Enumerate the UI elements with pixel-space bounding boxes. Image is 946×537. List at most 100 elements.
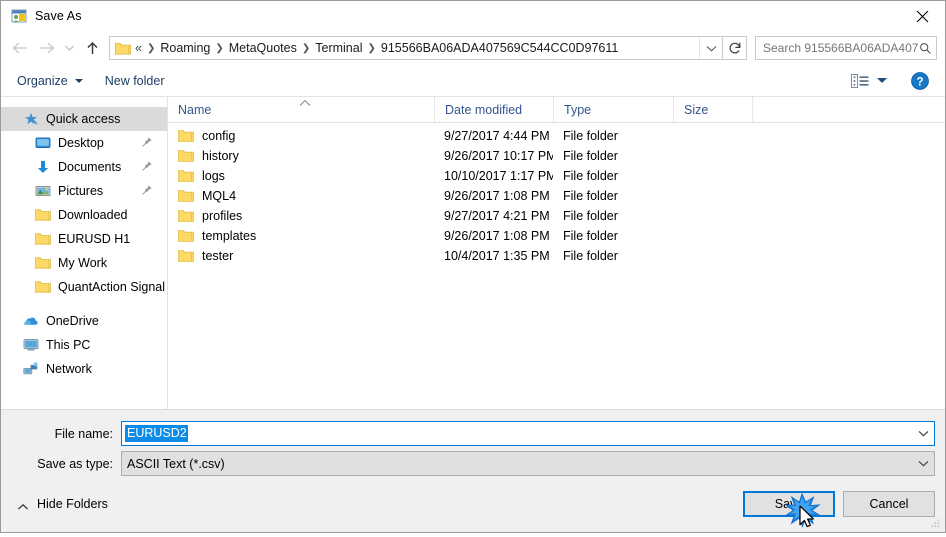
save-as-type-row: Save as type: ASCII Text (*.csv) xyxy=(1,451,945,476)
save-as-type-label: Save as type: xyxy=(37,456,113,471)
file-name-label: tester xyxy=(202,249,234,263)
file-date-cell: 9/26/2017 1:08 PM xyxy=(444,229,550,243)
file-name-label: config xyxy=(202,129,236,143)
sidebar-item-label: QuantAction Signal xyxy=(58,280,166,294)
folder-icon xyxy=(178,129,194,143)
file-name-dropdown-chevron-icon[interactable] xyxy=(912,430,934,437)
file-name-label: MQL4 xyxy=(202,189,237,203)
file-name-cell: profiles xyxy=(168,209,434,223)
organize-label: Organize xyxy=(17,73,68,88)
table-row[interactable]: config 9/27/2017 4:44 PM File folder xyxy=(168,126,945,146)
desktop-icon xyxy=(35,135,51,151)
sidebar-item-downloaded[interactable]: Downloaded xyxy=(1,203,167,227)
table-row[interactable]: templates 9/26/2017 1:08 PM File folder xyxy=(168,226,945,246)
breadcrumb-separator-icon: ❯ xyxy=(301,42,311,54)
table-row[interactable]: MQL4 9/26/2017 1:08 PM File folder xyxy=(168,186,945,206)
pin-icon[interactable] xyxy=(141,184,153,196)
sidebar-item-label: Downloaded xyxy=(58,208,128,222)
sidebar-item-pictures[interactable]: Pictures xyxy=(1,179,167,203)
sidebar-item-eurusd-h1[interactable]: EURUSD H1 xyxy=(1,227,167,251)
table-row[interactable]: tester 10/4/2017 1:35 PM File folder xyxy=(168,246,945,266)
breadcrumb-item-terminal[interactable]: Terminal xyxy=(312,41,365,55)
file-date-cell: 9/27/2017 4:44 PM xyxy=(444,129,550,143)
save-button-label: Save xyxy=(774,497,804,511)
save-as-type-chevron-icon[interactable] xyxy=(912,460,934,467)
breadcrumb-item-roaming[interactable]: Roaming xyxy=(157,41,213,55)
hide-folders-label: Hide Folders xyxy=(37,497,108,511)
chevron-up-icon xyxy=(17,500,29,510)
search-icon xyxy=(920,42,931,54)
sidebar-item-my-work[interactable]: My Work xyxy=(1,251,167,275)
back-arrow-icon[interactable] xyxy=(7,35,33,61)
organize-button[interactable]: Organize xyxy=(17,74,83,88)
column-header-label: Name xyxy=(178,102,212,117)
pin-icon[interactable] xyxy=(141,136,153,148)
column-header-size[interactable]: Size xyxy=(673,97,753,122)
file-name-cell: templates xyxy=(168,229,434,243)
breadcrumb-item-terminal-id[interactable]: 915566BA06ADA407569C544CC0D97611 xyxy=(378,41,621,55)
breadcrumb-overflow[interactable]: « xyxy=(135,41,145,55)
sidebar-item-label: Network xyxy=(46,362,92,376)
resize-grip-icon[interactable] xyxy=(929,517,941,529)
sidebar-item-label: EURUSD H1 xyxy=(58,232,131,246)
column-header-name[interactable]: Name xyxy=(168,97,434,122)
file-date-cell: 9/26/2017 1:08 PM xyxy=(444,189,550,203)
recent-locations-chevron-icon[interactable] xyxy=(59,35,79,61)
window-title: Save As xyxy=(35,9,82,23)
sidebar-item-onedrive[interactable]: OneDrive xyxy=(1,309,167,333)
close-icon[interactable] xyxy=(899,1,945,31)
file-type-cell: File folder xyxy=(563,249,618,263)
save-as-type-value: ASCII Text (*.csv) xyxy=(127,456,225,471)
folder-icon xyxy=(115,41,131,55)
breadcrumb-separator-icon: ❯ xyxy=(215,42,224,54)
view-layout-icon[interactable] xyxy=(851,73,869,88)
breadcrumb-separator-icon: ❯ xyxy=(367,42,376,54)
address-dropdown-chevron-icon[interactable] xyxy=(699,37,722,59)
sidebar-item-network[interactable]: Network xyxy=(1,357,167,381)
up-arrow-icon[interactable] xyxy=(79,35,105,61)
sidebar-item-desktop[interactable]: Desktop xyxy=(1,131,167,155)
file-type-cell: File folder xyxy=(563,149,618,163)
folder-icon xyxy=(35,255,51,271)
sidebar-item-this-pc[interactable]: This PC xyxy=(1,333,167,357)
file-date-cell: 9/26/2017 10:17 PM xyxy=(444,149,553,163)
new-folder-button[interactable]: New folder xyxy=(105,74,165,88)
pin-icon[interactable] xyxy=(141,160,153,172)
file-name-input[interactable]: EURUSD2 xyxy=(121,421,935,446)
dialog-footer: File name: EURUSD2 Save as type: ASCII T… xyxy=(1,409,945,532)
refresh-icon[interactable] xyxy=(723,36,747,60)
sidebar-item-quick-access[interactable]: Quick access xyxy=(1,107,167,131)
file-type-cell: File folder xyxy=(563,209,618,223)
forward-arrow-icon[interactable] xyxy=(33,35,59,61)
view-dropdown-chevron-icon[interactable] xyxy=(877,78,887,83)
sidebar-item-label: Documents xyxy=(58,160,122,174)
file-date-cell: 10/4/2017 1:35 PM xyxy=(444,249,550,263)
this-pc-icon xyxy=(23,337,39,353)
column-header-date-modified[interactable]: Date modified xyxy=(434,97,553,122)
help-icon[interactable]: ? xyxy=(911,71,929,90)
table-row[interactable]: profiles 9/27/2017 4:21 PM File folder xyxy=(168,206,945,226)
title-bar: Save As xyxy=(1,1,945,31)
network-icon xyxy=(23,361,39,377)
sidebar-item-documents[interactable]: Documents xyxy=(1,155,167,179)
file-name-label: logs xyxy=(202,169,225,183)
column-header-type[interactable]: Type xyxy=(553,97,673,122)
table-row[interactable]: logs 10/10/2017 1:17 PM File folder xyxy=(168,166,945,186)
save-button[interactable]: Save xyxy=(743,491,835,517)
hide-folders-button[interactable]: Hide Folders xyxy=(17,497,108,511)
file-type-cell: File folder xyxy=(563,169,618,183)
column-header-label: Type xyxy=(564,102,592,117)
address-bar[interactable]: « ❯ Roaming ❯ MetaQuotes ❯ Terminal ❯ 91… xyxy=(109,36,723,60)
breadcrumb-item-metaquotes[interactable]: MetaQuotes xyxy=(226,41,300,55)
sidebar-item-quantaction-signal[interactable]: QuantAction Signal xyxy=(1,275,167,299)
star-pin-icon xyxy=(23,111,39,127)
column-header-label: Size xyxy=(684,102,709,117)
search-input[interactable]: Search 915566BA06ADA40756... xyxy=(755,36,937,60)
cancel-button[interactable]: Cancel xyxy=(843,491,935,517)
button-group: Save Cancel xyxy=(743,491,935,517)
save-as-type-select[interactable]: ASCII Text (*.csv) xyxy=(121,451,935,476)
sidebar-item-label: Quick access xyxy=(46,112,121,126)
table-row[interactable]: history 9/26/2017 10:17 PM File folder xyxy=(168,146,945,166)
documents-icon xyxy=(35,159,51,175)
column-header-row: Name Date modified Type Size xyxy=(168,97,945,123)
